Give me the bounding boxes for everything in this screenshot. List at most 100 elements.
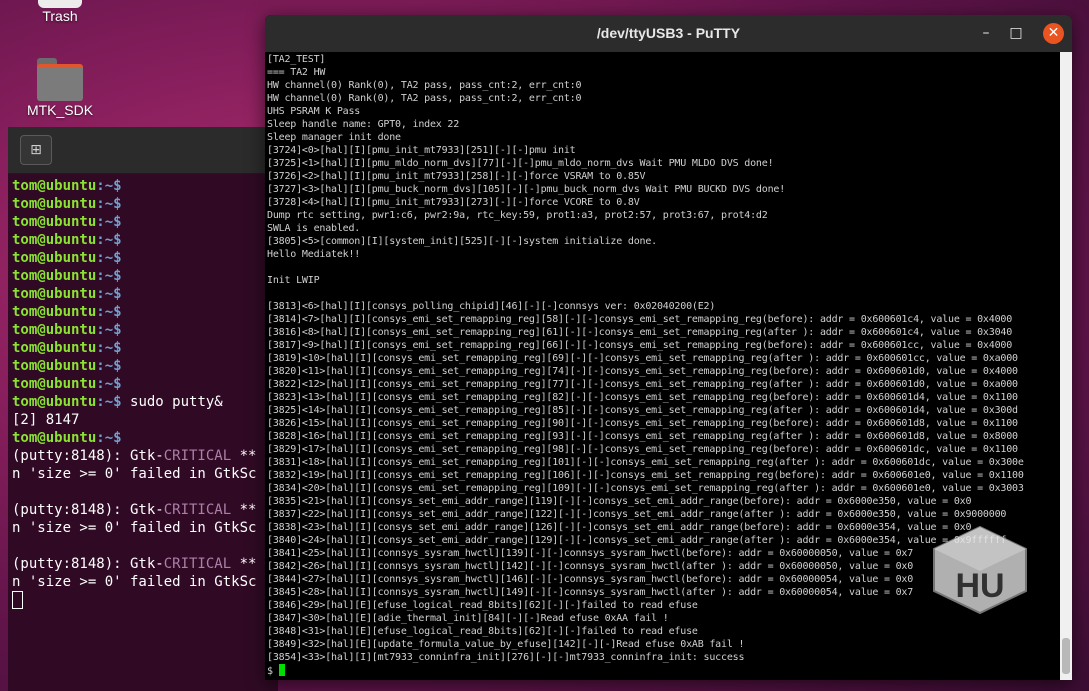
trash-desktop-icon[interactable]: Trash <box>15 0 105 24</box>
terminal-prompt-line: tom@ubuntu:~$ <box>12 231 278 249</box>
close-button[interactable]: ✕ <box>1043 23 1064 44</box>
mtk-sdk-label: MTK_SDK <box>26 102 94 118</box>
prompt-user: tom@ubuntu <box>12 286 97 302</box>
terminal-prompt-line: tom@ubuntu:~$ <box>12 213 278 231</box>
folder-icon <box>37 58 83 101</box>
gtk-error-suffix: ** <box>231 502 257 518</box>
console-line: [3725]<1>[hal][I][pmu_mldo_norm_dvs][77]… <box>267 158 774 169</box>
console-line: Sleep manager init done <box>267 132 401 143</box>
terminal-cursor <box>12 591 23 609</box>
prompt-path: :~$ <box>96 322 122 338</box>
console-line: [3814]<7>[hal][I][consys_emi_set_remappi… <box>267 314 1013 325</box>
prompt-command: sudo putty& <box>121 394 223 410</box>
terminal-output[interactable]: tom@ubuntu:~$ tom@ubuntu:~$ tom@ubuntu:~$ t… <box>8 174 278 611</box>
prompt-user: tom@ubuntu <box>12 268 97 284</box>
prompt-path: :~$ <box>96 340 122 356</box>
console-line: [3823]<13>[hal][I][consys_emi_set_remapp… <box>267 392 1018 403</box>
console-line: [3837]<22>[hal][I][consys_set_emi_addr_r… <box>267 509 1007 520</box>
minimize-button[interactable]: – <box>976 23 996 43</box>
terminal-cursor-line <box>12 591 278 611</box>
terminal-prompt-line: tom@ubuntu:~$ <box>12 177 278 195</box>
maximize-button[interactable]: □ <box>1006 23 1026 43</box>
mtk-sdk-desktop-icon[interactable]: MTK_SDK <box>15 58 105 118</box>
terminal-headerbar: ⊞ <box>8 127 278 174</box>
console-line: [3834]<20>[hal][I][consys_emi_set_remapp… <box>267 483 1024 494</box>
prompt-path: :~$ <box>96 358 122 374</box>
console-line: HW channel(0) Rank(0), TA2 pass, pass_cn… <box>267 93 582 104</box>
console-line: [3816]<8>[hal][I][consys_emi_set_remappi… <box>267 327 1013 338</box>
console-line: UHS PSRAM K Pass <box>267 106 361 117</box>
prompt-path: :~$ <box>96 430 122 446</box>
terminal-prompt-line: tom@ubuntu:~$ <box>12 321 278 339</box>
console-prompt-line: $ <box>267 664 1060 678</box>
terminal-prompt-line: tom@ubuntu:~$ sudo putty& <box>12 393 278 411</box>
prompt-path: :~$ <box>96 178 122 194</box>
prompt-user: tom@ubuntu <box>12 322 97 338</box>
gtk-error-prefix: (putty:8148): Gtk- <box>12 502 164 518</box>
console-line: === TA2 HW <box>267 67 326 78</box>
maximize-icon: □ <box>1009 25 1023 41</box>
gtk-error-line: (putty:8148): Gtk-CRITICAL ** <box>12 501 278 519</box>
new-tab-icon: ⊞ <box>30 142 42 158</box>
job-line: [2] 8147 <box>12 412 80 428</box>
console-line: [3835]<21>[hal][I][consys_set_emi_addr_r… <box>267 496 972 507</box>
prompt-path: :~$ <box>96 232 122 248</box>
console-line: [3724]<0>[hal][I][pmu_init_mt7933][251][… <box>267 145 576 156</box>
gtk-error-detail: n 'size >= 0' failed in GtkSc <box>12 574 257 590</box>
prompt-path: :~$ <box>96 376 122 392</box>
trash-label: Trash <box>42 8 78 24</box>
prompt-user: tom@ubuntu <box>12 196 97 212</box>
console-line: [3820]<11>[hal][I][consys_emi_set_remapp… <box>267 366 1018 377</box>
console-line: Hello Mediatek!! <box>267 249 361 260</box>
terminal-prompt-line: tom@ubuntu:~$ <box>12 339 278 357</box>
console-line: [3822]<12>[hal][I][consys_emi_set_remapp… <box>267 379 1018 390</box>
console-line: Dump rtc setting, pwr1:c6, pwr2:9a, rtc_… <box>267 210 768 221</box>
gtk-error-detail: n 'size >= 0' failed in GtkSc <box>12 466 257 482</box>
putty-titlebar[interactable]: /dev/ttyUSB3 - PuTTY – □ ✕ <box>265 15 1072 52</box>
gtk-error-level: CRITICAL <box>163 448 232 464</box>
prompt-path: :~$ <box>96 214 122 230</box>
terminal-prompt-line: tom@ubuntu:~$ <box>12 267 278 285</box>
hu-logo-text: HU <box>955 567 1004 605</box>
terminal-prompt-line: tom@ubuntu:~$ <box>12 195 278 213</box>
terminal-prompt-line: tom@ubuntu:~$ <box>12 357 278 375</box>
prompt-path: :~$ <box>96 196 122 212</box>
console-line: [3817]<9>[hal][I][consys_emi_set_remappi… <box>267 340 1013 351</box>
console-line: [3728]<4>[hal][I][pmu_init_mt7933][273][… <box>267 197 640 208</box>
vertical-scrollbar[interactable] <box>1060 52 1072 680</box>
prompt-path: :~$ <box>96 304 122 320</box>
prompt-user: tom@ubuntu <box>12 214 97 230</box>
terminal-prompt-line: tom@ubuntu:~$ <box>12 249 278 267</box>
prompt-user: tom@ubuntu <box>12 394 97 410</box>
prompt-path: :~$ <box>96 286 122 302</box>
console-line: [3727]<3>[hal][I][pmu_buck_norm_dvs][105… <box>267 184 786 195</box>
gtk-error-line: (putty:8148): Gtk-CRITICAL ** <box>12 447 278 465</box>
console-line: [3832]<19>[hal][I][consys_emi_set_remapp… <box>267 470 1024 481</box>
console-line: SWLA is enabled. <box>267 223 361 234</box>
prompt-user: tom@ubuntu <box>12 250 97 266</box>
console-line: Init LWIP <box>267 275 320 286</box>
console-prompt: $ <box>267 666 279 677</box>
prompt-user: tom@ubuntu <box>12 430 97 446</box>
terminal-prompt-line: tom@ubuntu:~$ <box>12 303 278 321</box>
console-line: [3825]<14>[hal][I][consys_emi_set_remapp… <box>267 405 1018 416</box>
new-tab-button[interactable]: ⊞ <box>20 135 52 165</box>
prompt-path: :~$ <box>96 250 122 266</box>
gtk-error-prefix: (putty:8148): Gtk- <box>12 556 164 572</box>
gtk-error-level: CRITICAL <box>163 502 232 518</box>
prompt-user: tom@ubuntu <box>12 358 97 374</box>
hu-logo-icon: HU <box>933 525 1027 615</box>
gtk-error-prefix: (putty:8148): Gtk- <box>12 448 164 464</box>
scrollbar-thumb[interactable] <box>1062 638 1070 674</box>
trash-icon <box>38 0 82 8</box>
console-line: [3726]<2>[hal][I][pmu_init_mt7933][258][… <box>267 171 646 182</box>
gnome-terminal-window[interactable]: ⊞ tom@ubuntu:~$ tom@ubuntu:~$ tom@ubuntu:~… <box>8 127 278 691</box>
prompt-user: tom@ubuntu <box>12 376 97 392</box>
console-line: [3828]<16>[hal][I][consys_emi_set_remapp… <box>267 431 1018 442</box>
terminal-prompt-line: tom@ubuntu:~$ <box>12 285 278 303</box>
window-title: /dev/ttyUSB3 - PuTTY <box>596 25 741 41</box>
gtk-error-detail: n 'size >= 0' failed in GtkSc <box>12 520 257 536</box>
